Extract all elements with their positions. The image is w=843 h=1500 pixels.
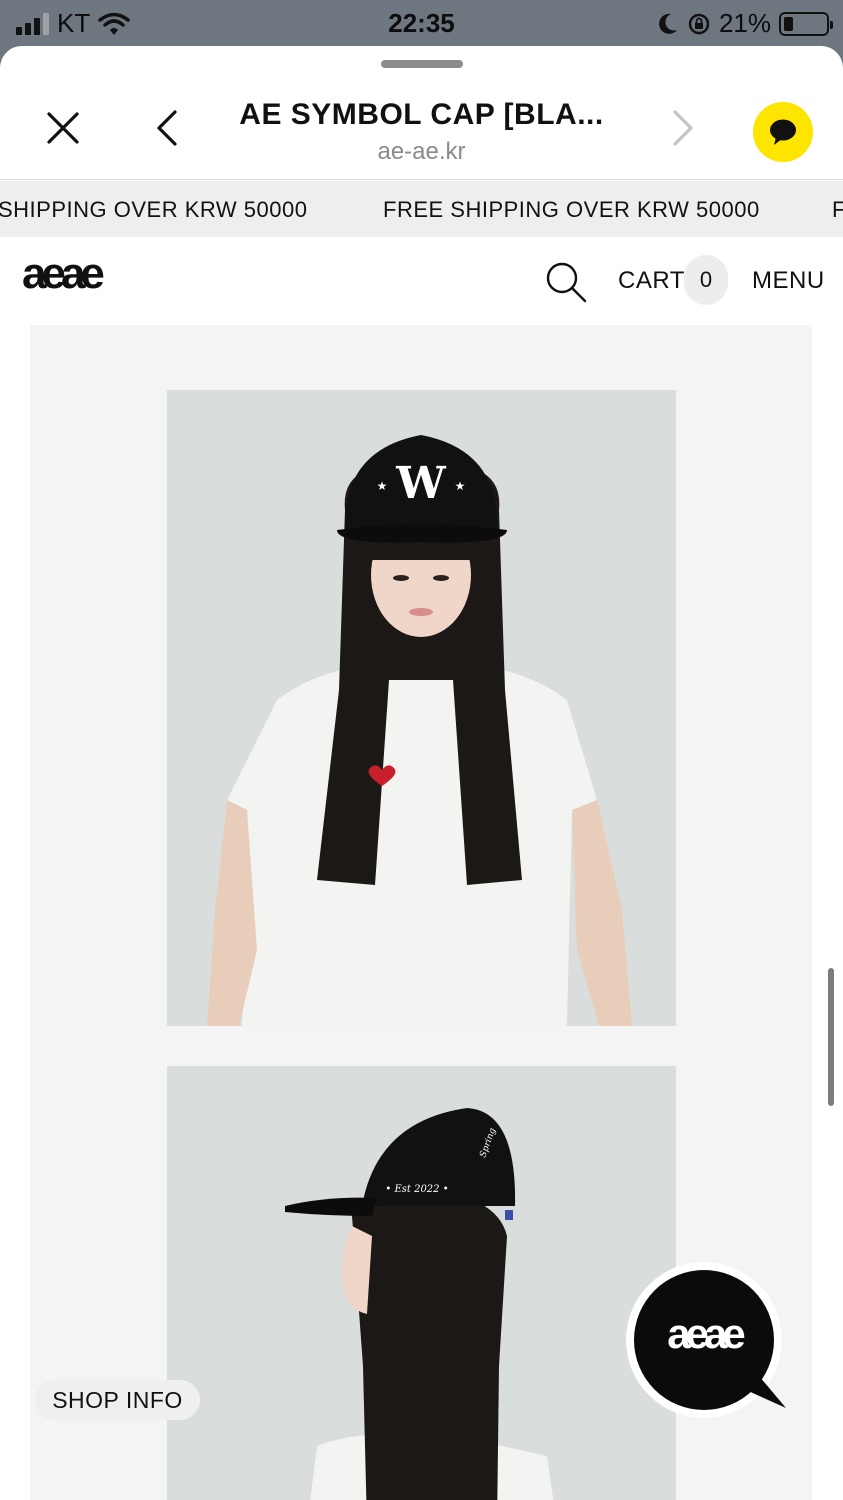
page-scrollbar[interactable] bbox=[828, 968, 834, 1106]
battery-fill bbox=[784, 16, 793, 31]
kakao-chat-icon bbox=[770, 119, 796, 145]
shop-info-button[interactable]: SHOP INFO bbox=[35, 1380, 200, 1420]
search-icon bbox=[546, 262, 587, 303]
marquee-item: F bbox=[832, 197, 843, 222]
forward-icon bbox=[673, 110, 693, 146]
close-button[interactable] bbox=[30, 76, 96, 180]
marquee-item: FREE SHIPPING OVER KRW 50000 bbox=[383, 197, 760, 222]
status-right: 21% bbox=[657, 8, 833, 39]
product-photo-side[interactable]: • Est 2022 • Spring bbox=[167, 1066, 676, 1500]
model-side-illustration: • Est 2022 • Spring bbox=[167, 1066, 676, 1500]
rotation-lock-icon bbox=[688, 13, 710, 34]
site-header: aeae CART 0 MENU bbox=[0, 237, 843, 325]
page-title: AE SYMBOL CAP [BLA... bbox=[239, 98, 604, 131]
browser-nav-bar: AE SYMBOL CAP [BLA... ae-ae.kr bbox=[0, 76, 843, 180]
kakao-chat-button[interactable] bbox=[753, 102, 813, 162]
moon-icon bbox=[659, 13, 677, 34]
battery-percent: 21% bbox=[718, 8, 771, 38]
close-icon bbox=[47, 112, 79, 144]
sheet-grabber[interactable] bbox=[381, 60, 463, 68]
floating-brand-chat-button[interactable]: aeae bbox=[626, 1260, 788, 1422]
marquee-item: SHIPPING OVER KRW 50000 bbox=[0, 197, 308, 222]
product-photo-front[interactable]: W ★ ★ bbox=[167, 390, 676, 1026]
search-button[interactable] bbox=[545, 261, 587, 308]
page-url: ae-ae.kr bbox=[377, 138, 466, 165]
svg-text:★: ★ bbox=[377, 479, 388, 493]
battery-icon bbox=[779, 11, 833, 36]
model-front-illustration: W ★ ★ bbox=[167, 390, 676, 1026]
cart-count-badge[interactable]: 0 bbox=[684, 255, 728, 305]
status-bar: KT 22:35 21% bbox=[0, 0, 843, 46]
svg-text:• Est 2022 •: • Est 2022 • bbox=[385, 1184, 448, 1195]
svg-text:★: ★ bbox=[455, 479, 466, 493]
back-button[interactable] bbox=[140, 76, 194, 180]
forward-button[interactable] bbox=[658, 76, 708, 180]
cart-link[interactable]: CART bbox=[618, 267, 685, 295]
back-icon bbox=[157, 110, 177, 146]
floating-logo-text: aeae bbox=[667, 1310, 745, 1357]
svg-text:W: W bbox=[395, 458, 446, 509]
shipping-marquee: SHIPPING OVER KRW 50000 FREE SHIPPING OV… bbox=[0, 181, 843, 237]
menu-button[interactable]: MENU bbox=[752, 267, 825, 295]
site-logo[interactable]: aeae bbox=[22, 249, 105, 299]
